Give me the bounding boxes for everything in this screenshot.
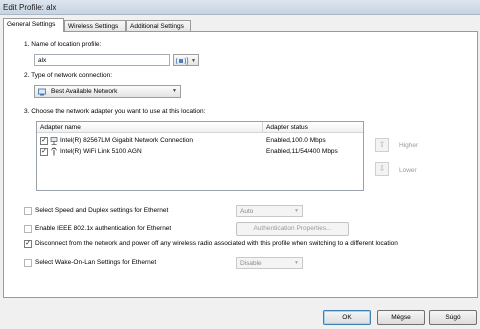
column-adapter-status[interactable]: Adapter status xyxy=(266,124,308,131)
column-divider xyxy=(262,122,263,133)
tab-general-settings[interactable]: General Settings xyxy=(3,18,64,32)
cancel-button[interactable]: Mégse xyxy=(377,310,425,325)
profile-name-input[interactable]: alx xyxy=(34,54,170,66)
network-connection-icon xyxy=(38,88,46,96)
chevron-down-icon: ▼ xyxy=(191,58,196,64)
wired-adapter-icon xyxy=(50,137,58,145)
adapter-status: Enabled,11/54/400 Mbps xyxy=(266,148,338,155)
chevron-down-icon: ▼ xyxy=(172,88,177,94)
speed-duplex-select[interactable]: Auto ▼ xyxy=(236,205,303,217)
move-down-button[interactable]: ⇩ xyxy=(375,162,389,176)
help-button[interactable]: Súgó xyxy=(429,310,477,325)
column-adapter-name[interactable]: Adapter name xyxy=(40,124,81,131)
chevron-down-icon: ▼ xyxy=(294,260,299,266)
adapter-name: Intel(R) 82567LM Gigabit Network Connect… xyxy=(60,137,193,144)
window-titlebar: Edit Profile: alx xyxy=(0,0,480,15)
window-title: Edit Profile: alx xyxy=(3,3,57,12)
disconnect-label: Disconnect from the network and power of… xyxy=(35,240,398,247)
adapter-name: Intel(R) WiFi Link 5100 AGN xyxy=(60,148,142,155)
profile-name-label: 1. Name of location profile: xyxy=(24,41,102,48)
adapter-list-header: Adapter name Adapter status xyxy=(37,122,363,133)
move-up-button[interactable]: ⇧ xyxy=(375,138,389,152)
adapter-checkbox[interactable]: ✓ xyxy=(40,148,48,156)
ieee8021x-checkbox[interactable] xyxy=(24,225,32,233)
adapter-list[interactable]: Adapter name Adapter status ✓ Intel(R) 8… xyxy=(36,121,364,191)
adapter-status: Enabled,100.0 Mbps xyxy=(266,137,326,144)
higher-label: Higher xyxy=(399,142,419,149)
arrow-up-icon: ⇧ xyxy=(378,140,386,149)
connection-type-value: Best Available Network xyxy=(51,88,118,95)
wake-on-lan-checkbox[interactable] xyxy=(24,259,32,267)
wireless-adapter-icon xyxy=(50,147,58,156)
table-row[interactable]: ✓ Intel(R) 82567LM Gigabit Network Conne… xyxy=(37,136,363,146)
adapter-label: 3. Choose the network adapter you want t… xyxy=(24,108,206,115)
connection-type-label: 2. Type of network connection: xyxy=(24,72,113,79)
speed-duplex-checkbox[interactable] xyxy=(24,207,32,215)
wake-on-lan-value: Disable xyxy=(240,260,262,267)
wake-on-lan-select[interactable]: Disable ▼ xyxy=(236,257,303,269)
connection-type-select[interactable]: Best Available Network ▼ xyxy=(34,85,181,98)
wake-on-lan-label: Select Wake-On-Lan Settings for Ethernet xyxy=(35,259,157,266)
disconnect-checkbox[interactable]: ✓ xyxy=(24,240,32,248)
ok-button[interactable]: OK xyxy=(323,310,371,325)
speed-duplex-label: Select Speed and Duplex settings for Eth… xyxy=(35,207,169,214)
network-profile-icon xyxy=(176,56,189,66)
ieee8021x-label: Enable IEEE 802.1x authentication for Et… xyxy=(35,225,172,232)
chevron-down-icon: ▼ xyxy=(294,208,299,214)
arrow-down-icon: ⇩ xyxy=(378,164,386,173)
adapter-checkbox[interactable]: ✓ xyxy=(40,137,48,145)
profile-icon-picker[interactable]: ▼ xyxy=(173,54,199,66)
table-row[interactable]: ✓ Intel(R) WiFi Link 5100 AGN Enabled,11… xyxy=(37,147,363,157)
authentication-properties-button[interactable]: Authentication Properties... xyxy=(236,222,349,236)
speed-duplex-value: Auto xyxy=(240,208,254,215)
lower-label: Lower xyxy=(399,167,417,174)
